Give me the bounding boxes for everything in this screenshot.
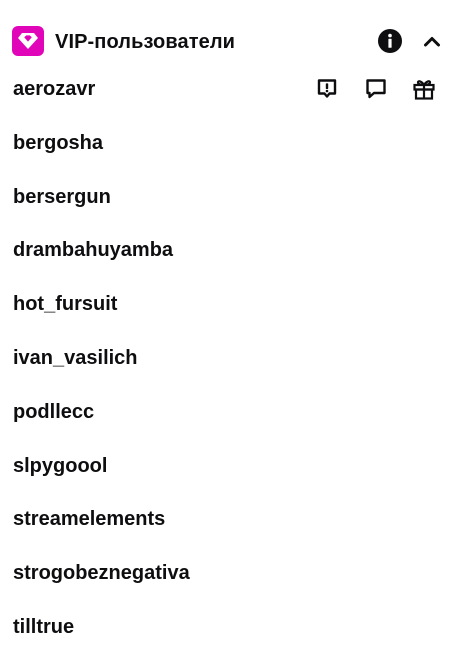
whisper-button[interactable] [361, 74, 391, 104]
username[interactable]: tilltrue [13, 615, 74, 639]
report-button[interactable] [312, 74, 342, 104]
gift-sub-button[interactable] [409, 74, 439, 104]
vip-user-list: aerozavr bergosha bersergun drambahuyamb… [0, 62, 473, 654]
user-row[interactable]: aerozavr [0, 62, 473, 116]
user-row[interactable]: bersergun [0, 170, 473, 224]
user-row-actions [312, 74, 442, 104]
username[interactable]: bersergun [13, 185, 111, 209]
username[interactable]: drambahuyamba [13, 238, 173, 262]
user-row[interactable]: strogobeznegativa [0, 546, 473, 600]
username[interactable]: aerozavr [13, 77, 95, 101]
vip-section-header: VIP-пользователи [0, 22, 473, 62]
vip-diamond-icon [12, 26, 44, 56]
username[interactable]: streamelements [13, 507, 165, 531]
collapse-button[interactable] [418, 27, 446, 55]
username[interactable]: strogobeznegativa [13, 561, 190, 585]
section-title: VIP-пользователи [55, 31, 236, 53]
chevron-up-icon [424, 37, 440, 47]
username[interactable]: ivan_vasilich [13, 346, 138, 370]
username[interactable]: bergosha [13, 131, 103, 155]
user-row[interactable]: hot_fursuit [0, 277, 473, 331]
user-row[interactable]: ivan_vasilich [0, 331, 473, 385]
user-row[interactable]: drambahuyamba [0, 223, 473, 277]
username[interactable]: slpygoool [13, 454, 107, 478]
info-button[interactable] [376, 27, 404, 55]
gift-sub-icon [413, 80, 435, 100]
user-row[interactable]: streamelements [0, 492, 473, 546]
info-icon [378, 29, 402, 53]
username[interactable]: podllecc [13, 400, 94, 424]
user-row[interactable]: bergosha [0, 116, 473, 170]
whisper-icon [366, 79, 386, 99]
username[interactable]: hot_fursuit [13, 292, 117, 316]
report-message-icon [317, 79, 337, 98]
vip-users-panel: VIP-пользователи aerozavr bergosha berse… [0, 0, 473, 654]
user-row[interactable]: slpygoool [0, 439, 473, 493]
user-row[interactable]: tilltrue [0, 600, 473, 654]
user-row[interactable]: podllecc [0, 385, 473, 439]
